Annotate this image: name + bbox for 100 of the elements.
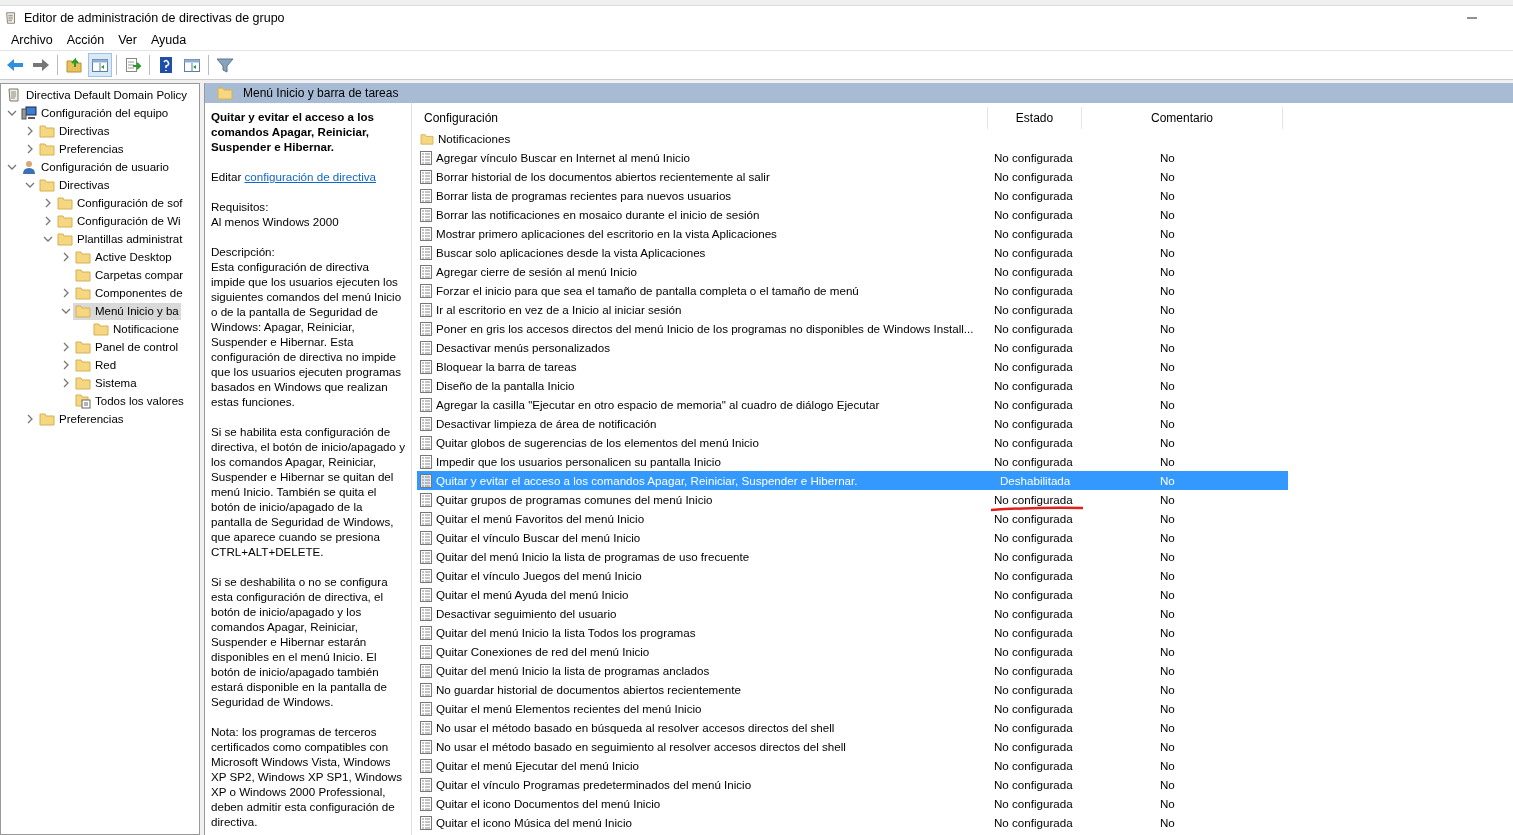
column-header[interactable]: Configuración (417, 107, 988, 129)
table-row[interactable]: Quitar el vínculo Buscar del menú Inicio No configurada No (417, 528, 1288, 547)
table-row[interactable]: Agregar la casilla "Ejecutar en otro espacio de memoria" al cuadro de diálogo Ejecutar No configurada No (417, 395, 1288, 414)
menu-item[interactable]: Ver (111, 33, 144, 47)
chevron-right-icon[interactable] (61, 252, 71, 262)
tree-item[interactable]: Panel de control (73, 338, 181, 356)
tree-item[interactable]: Configuración del equipo (19, 104, 171, 122)
chevron-right-icon[interactable] (25, 126, 35, 136)
table-row[interactable]: Forzar el inicio para que sea el tamaño de pantalla completa o el tamaño de menú No configurada No (417, 281, 1288, 300)
table-row[interactable]: Mostrar primero aplicaciones del escritorio en la vista Aplicaciones No configurada No (417, 224, 1288, 243)
tree-item[interactable]: Todos los valores (73, 392, 186, 410)
column-header[interactable]: Estado (988, 107, 1082, 129)
tree-item[interactable]: Directivas (37, 122, 112, 140)
pane-icon[interactable] (88, 53, 112, 77)
table-row[interactable]: Quitar el menú Ayuda del menú Inicio No configurada No (417, 585, 1288, 604)
tree-item[interactable]: Preferencias (37, 410, 126, 428)
tree-item[interactable]: Configuración de usuario (19, 158, 171, 176)
menu-item[interactable]: Acción (59, 33, 112, 47)
table-row[interactable]: Borrar las notificaciones en mosaico durante el inicio de sesión No configurada No (417, 205, 1288, 224)
table-row[interactable]: Quitar del menú Inicio la lista de programas anclados No configurada No (417, 661, 1288, 680)
tree-item[interactable]: Directivas (37, 176, 112, 194)
chevron-down-icon[interactable] (43, 234, 53, 244)
table-row[interactable]: Quitar el menú Favoritos del menú Inicio No configurada No (417, 509, 1288, 528)
setting-state: No configurada (994, 702, 1073, 715)
setting-icon (420, 378, 432, 393)
table-row[interactable]: Diseño de la pantalla Inicio No configurada No (417, 376, 1288, 395)
table-row[interactable]: Quitar del menú Inicio la lista Todos los programas No configurada No (417, 623, 1288, 642)
setting-comment: No (1160, 797, 1175, 810)
setting-comment: No (1160, 474, 1175, 487)
table-row[interactable]: Quitar el icono Música del menú Inicio No configurada No (417, 813, 1288, 832)
table-row[interactable]: Quitar el icono Documentos del menú Inicio No configurada No (417, 794, 1288, 813)
tree-item[interactable]: Active Desktop (73, 248, 174, 266)
table-row[interactable]: Desactivar seguimiento del usuario No configurada No (417, 604, 1288, 623)
table-row[interactable]: No usar el método basado en búsqueda al resolver accesos directos del shell No configurada No (417, 718, 1288, 737)
table-row[interactable]: Quitar el vínculo Programas predeterminados del menú Inicio No configurada No (417, 775, 1288, 794)
setting-icon (420, 492, 432, 507)
chevron-down-icon[interactable] (7, 108, 17, 118)
chevron-right-icon[interactable] (61, 378, 71, 388)
chevron-right-icon[interactable] (61, 342, 71, 352)
table-row[interactable]: Quitar Conexiones de red del menú Inicio No configurada No (417, 642, 1288, 661)
table-row[interactable]: Quitar el menú Ejecutar del menú Inicio No configurada No (417, 756, 1288, 775)
chevron-right-icon[interactable] (25, 414, 35, 424)
chevron-right-icon[interactable] (25, 144, 35, 154)
chevron-right-icon[interactable] (43, 216, 53, 226)
setting-icon (420, 207, 432, 222)
table-row[interactable]: Quitar el menú Elementos recientes del menú Inicio No configurada No (417, 699, 1288, 718)
tree-item[interactable]: Preferencias (37, 140, 126, 158)
table-row[interactable]: Quitar del menú Inicio la lista de programas de uso frecuente No configurada No (417, 547, 1288, 566)
setting-comment: No (1160, 265, 1175, 278)
table-row[interactable]: Notificaciones (417, 129, 1288, 148)
setting-state: No configurada (994, 683, 1073, 696)
tree-item[interactable]: Carpetas compar (73, 266, 186, 284)
setting-icon (420, 473, 432, 488)
tree-item[interactable]: Notificacione (91, 320, 181, 338)
setting-icon (420, 606, 432, 621)
table-row[interactable]: No guardar historial de documentos abiertos recientemente No configurada No (417, 680, 1288, 699)
setting-comment: No (1160, 683, 1175, 696)
table-row[interactable]: Quitar el vínculo Juegos del menú Inicio No configurada No (417, 566, 1288, 585)
table-row[interactable]: Impedir que los usuarios personalicen su pantalla Inicio No configurada No (417, 452, 1288, 471)
tree-item[interactable]: Red (73, 356, 119, 374)
table-row[interactable]: Agregar cierre de sesión al menú Inicio No configurada No (417, 262, 1288, 281)
menu-item[interactable]: Archivo (4, 33, 60, 47)
folder-icon (93, 322, 109, 336)
chevron-right-icon[interactable] (43, 198, 53, 208)
setting-icon (420, 663, 432, 678)
edit-policy-link[interactable]: configuración de directiva (244, 170, 376, 183)
tree-item[interactable]: Configuración de sof (55, 194, 185, 212)
table-row[interactable]: Desactivar limpieza de área de notificación No configurada No (417, 414, 1288, 433)
table-row[interactable]: Desactivar menús personalizados No configurada No (417, 338, 1288, 357)
tree-item[interactable]: Directiva Default Domain Policy (4, 86, 190, 104)
tree-item[interactable]: Configuración de Wi (55, 212, 183, 230)
chevron-down-icon[interactable] (7, 162, 17, 172)
tree-item[interactable]: Menú Inicio y ba (73, 302, 181, 320)
chevron-down-icon[interactable] (61, 306, 71, 316)
folder-icon (75, 340, 91, 354)
setting-name: Quitar el vínculo Programas predeterminados del menú Inicio (436, 778, 752, 791)
table-row[interactable]: Agregar vínculo Buscar en Internet al menú Inicio No configurada No (417, 148, 1288, 167)
table-row[interactable]: Bloquear la barra de tareas No configurada No (417, 357, 1288, 376)
setting-comment: No (1160, 759, 1175, 772)
table-row[interactable]: Quitar globos de sugerencias de los elementos del menú Inicio No configurada No (417, 433, 1288, 452)
setting-name: Quitar del menú Inicio la lista de programas anclados (436, 664, 710, 677)
tree-item[interactable]: Plantillas administrat (55, 230, 185, 248)
column-header[interactable]: Comentario (1082, 107, 1283, 129)
table-row[interactable]: Buscar solo aplicaciones desde la vista Aplicaciones No configurada No (417, 243, 1288, 262)
menu-item[interactable]: Ayuda (144, 33, 194, 47)
setting-name: Desactivar seguimiento del usuario (436, 607, 617, 620)
table-row[interactable]: Borrar historial de los documentos abiertos recientemente al salir No configurada No (417, 167, 1288, 186)
table-row[interactable]: Ir al escritorio en vez de a Inicio al iniciar sesión No configurada No (417, 300, 1288, 319)
table-row[interactable]: Borrar lista de programas recientes para nuevos usuarios No configurada No (417, 186, 1288, 205)
setting-comment: No (1160, 569, 1175, 582)
table-row[interactable]: Poner en gris los accesos directos del menú Inicio de los programas no disponibles de Windows Install... No configurada No (417, 319, 1288, 338)
folder-icon (420, 132, 434, 145)
chevron-down-icon[interactable] (25, 180, 35, 190)
table-row[interactable]: No usar el método basado en seguimiento al resolver accesos directos del shell No configurada No (417, 737, 1288, 756)
chevron-right-icon[interactable] (61, 288, 71, 298)
tree-item[interactable]: Sistema (73, 374, 139, 392)
setting-state: No configurada (994, 417, 1073, 430)
chevron-right-icon[interactable] (61, 360, 71, 370)
table-row[interactable]: Quitar grupos de programas comunes del menú Inicio No configurada No (417, 490, 1288, 509)
tree-item[interactable]: Componentes de (73, 284, 185, 302)
